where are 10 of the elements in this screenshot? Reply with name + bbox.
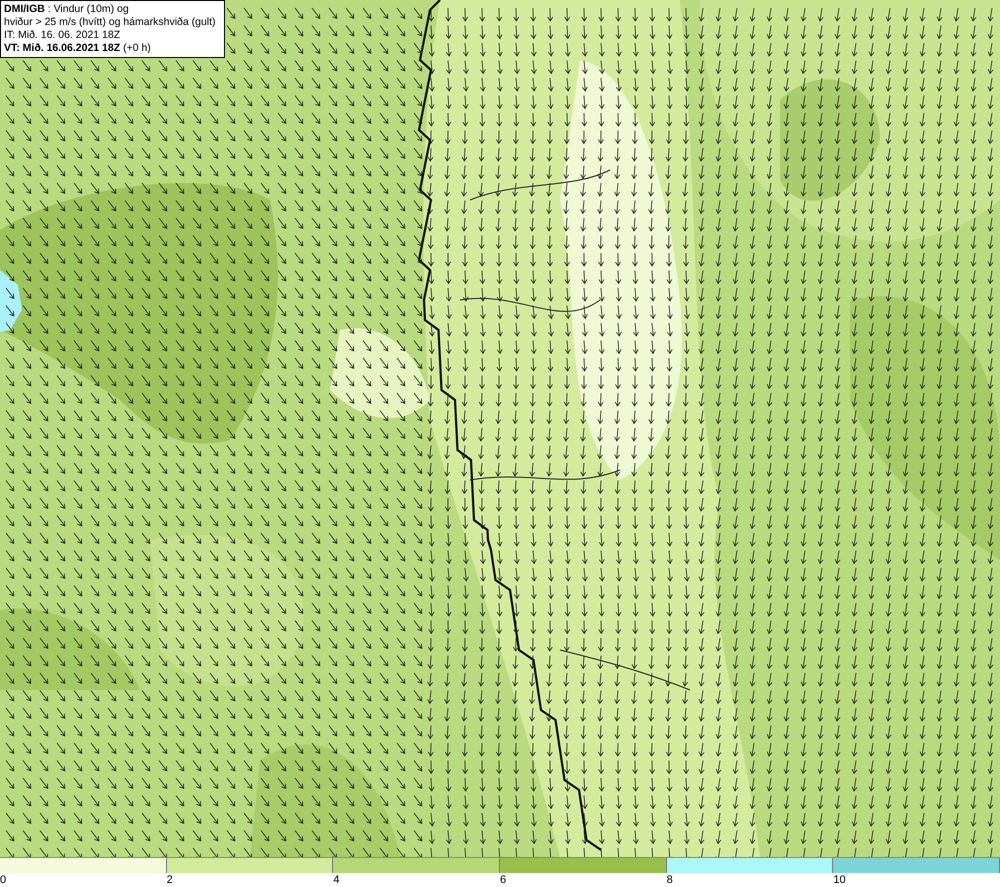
legend-label: 4 — [333, 873, 340, 887]
legend-label: 10 — [833, 873, 846, 887]
legend-label: 2 — [166, 873, 173, 887]
title-line: hviður > 25 m/s (hvítt) og hámarkshviða (gult) — [4, 16, 217, 29]
title-line: IT: Mið. 16. 06. 2021 18Z — [4, 29, 122, 42]
legend-label: 0 — [0, 873, 6, 887]
legend-label: 6 — [500, 873, 506, 887]
title-line: VT: Mið. 16.06.2021 18Z (+0 h) — [4, 42, 152, 55]
title-line: DMI/IGB : Vindur (10m) og — [4, 3, 130, 16]
legend-label: 8 — [666, 873, 673, 887]
